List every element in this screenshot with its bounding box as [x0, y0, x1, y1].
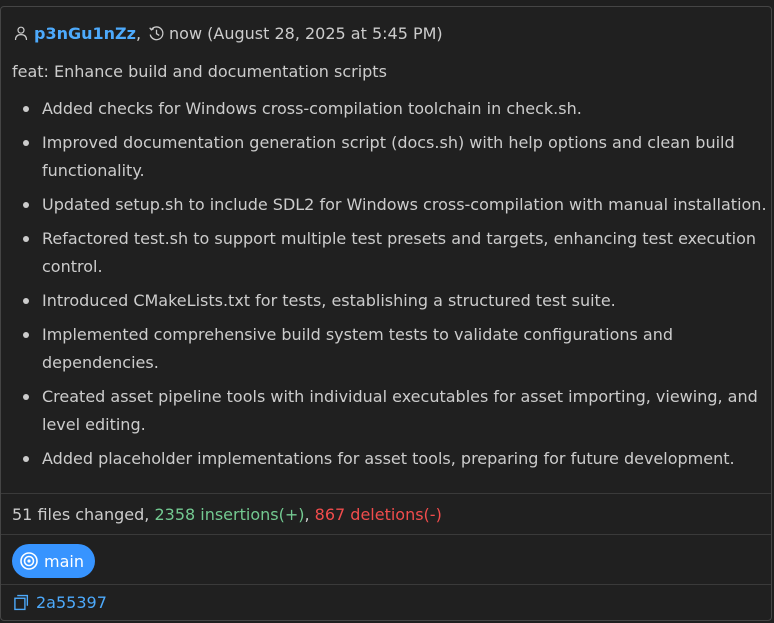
- list-item: Created asset pipeline tools with indivi…: [12, 383, 767, 439]
- author-link[interactable]: p3nGu1nZz: [34, 24, 136, 43]
- commit-stats: 51 files changed, 2358 insertions(+), 86…: [12, 505, 442, 524]
- list-item: Improved documentation generation script…: [12, 129, 767, 185]
- target-icon: [19, 551, 39, 571]
- person-icon: [12, 24, 30, 42]
- stats-separator: ,: [144, 505, 155, 524]
- author-separator: ,: [135, 23, 142, 43]
- list-item: Refactored test.sh to support multiple t…: [12, 225, 767, 281]
- copy-icon: [12, 593, 30, 611]
- insertions-count: 2358 insertions(+): [154, 505, 305, 524]
- commit-hash-link[interactable]: 2a55397: [12, 591, 107, 613]
- commit-time: now (August 28, 2025 at 5:45 PM): [169, 23, 443, 43]
- list-item: Added checks for Windows cross-compilati…: [12, 95, 767, 123]
- list-item: Added placeholder implementations for as…: [12, 445, 767, 473]
- commit-author-line: p3nGu1nZz , now (August 28, 2025 at 5:45…: [12, 22, 443, 44]
- divider: [1, 493, 771, 494]
- deletions-count: 867 deletions(-): [314, 505, 442, 524]
- stats-separator: ,: [304, 505, 315, 524]
- history-icon: [147, 24, 165, 42]
- list-item: Implemented comprehensive build system t…: [12, 321, 767, 377]
- list-item: Introduced CMakeLists.txt for tests, est…: [12, 287, 767, 315]
- branch-name: main: [44, 551, 84, 571]
- commit-change-list: Added checks for Windows cross-compilati…: [12, 95, 767, 479]
- divider: [1, 584, 771, 585]
- files-changed: 51 files changed: [12, 505, 145, 524]
- commit-message-title: feat: Enhance build and documentation sc…: [12, 62, 387, 81]
- list-item: Updated setup.sh to include SDL2 for Win…: [12, 191, 767, 219]
- branch-badge[interactable]: main: [12, 544, 95, 578]
- commit-hover-card: p3nGu1nZz , now (August 28, 2025 at 5:45…: [0, 6, 772, 621]
- divider: [1, 534, 771, 535]
- commit-hash: 2a55397: [36, 592, 107, 612]
